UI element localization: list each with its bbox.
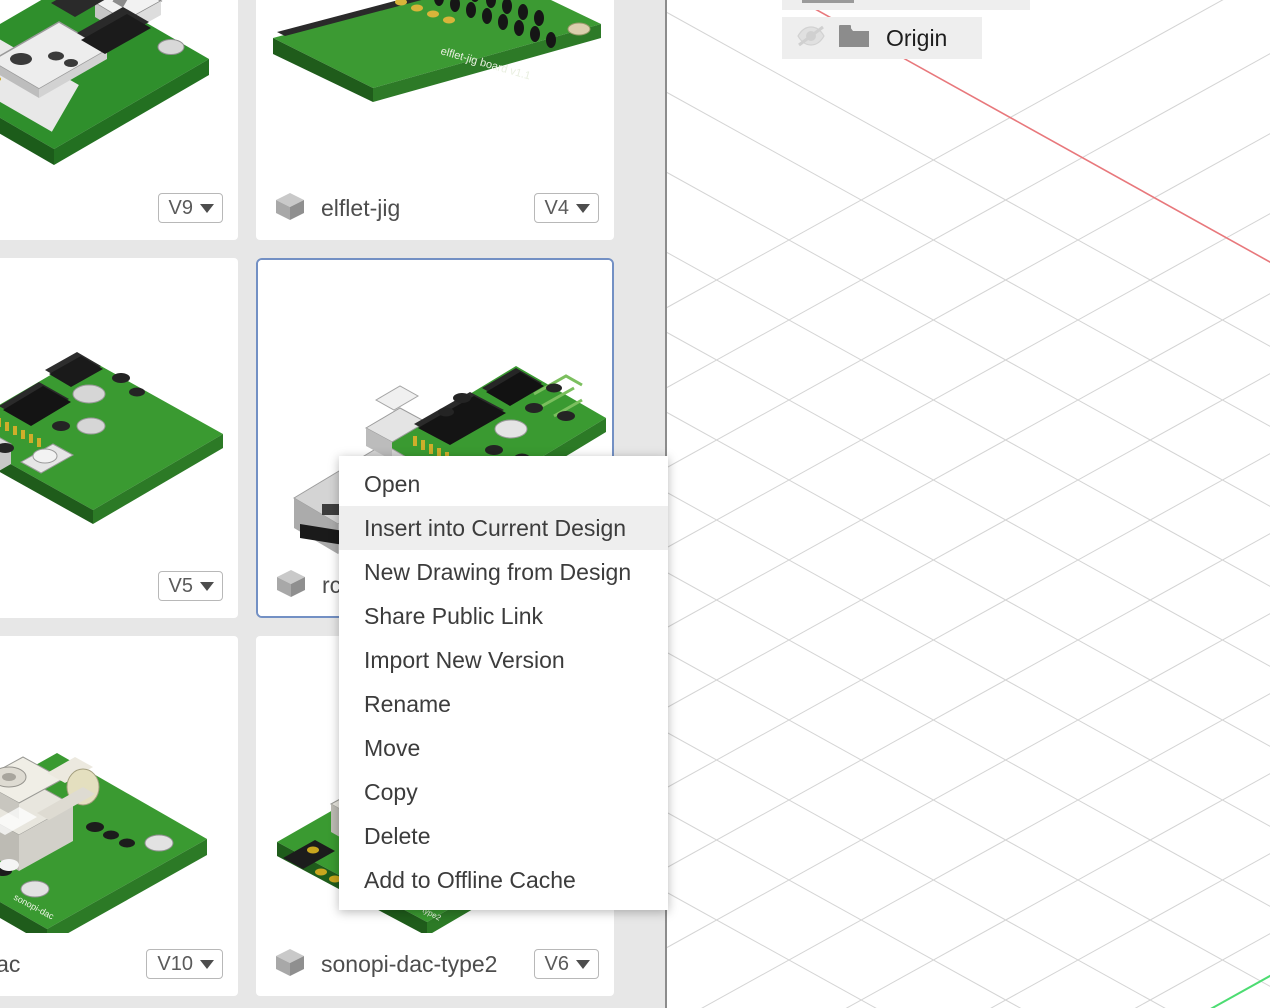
- menu-item-share-public-link[interactable]: Share Public Link: [339, 594, 668, 638]
- chevron-down-icon: [200, 203, 214, 213]
- design-card-footer: elflet-jig V4: [257, 177, 613, 239]
- design-card-title: elflet-jig: [321, 194, 401, 221]
- design-card-footer: sonopi-dac-type2 V6: [257, 933, 613, 995]
- menu-item-rename[interactable]: Rename: [339, 682, 668, 726]
- cube-icon: [273, 189, 307, 228]
- menu-item-open[interactable]: Open: [339, 462, 668, 506]
- design-card[interactable]: V9: [0, 0, 238, 240]
- menu-item-delete[interactable]: Delete: [339, 814, 668, 858]
- menu-item-copy[interactable]: Copy: [339, 770, 668, 814]
- version-badge[interactable]: V9: [157, 193, 223, 223]
- version-label: V5: [168, 575, 193, 597]
- design-card-title: sonopi-dac-type2: [321, 950, 498, 977]
- design-card-title: opi-dac: [0, 950, 21, 977]
- tree-row-partial-stub: [802, 0, 854, 3]
- version-label: V6: [544, 953, 569, 975]
- version-badge[interactable]: V6: [533, 949, 599, 979]
- design-card[interactable]: ck-f V5: [0, 258, 238, 618]
- menu-item-add-to-offline-cache[interactable]: Add to Offline Cache: [339, 858, 668, 902]
- version-badge[interactable]: V10: [146, 949, 223, 979]
- chevron-down-icon: [200, 959, 214, 969]
- 3d-viewport[interactable]: Origin: [667, 0, 1270, 1008]
- version-label: V10: [157, 953, 193, 975]
- tree-item-origin[interactable]: Origin: [782, 17, 982, 59]
- version-label: V4: [544, 197, 569, 219]
- menu-item-import-new-version[interactable]: Import New Version: [339, 638, 668, 682]
- tree-row-partial[interactable]: [782, 0, 1030, 10]
- version-badge[interactable]: V4: [533, 193, 599, 223]
- design-card[interactable]: sonopi-dac opi-dac: [0, 636, 238, 996]
- chevron-down-icon: [576, 203, 590, 213]
- cube-icon: [273, 945, 307, 984]
- isometric-grid: [667, 0, 1270, 1008]
- cube-icon: [274, 566, 308, 605]
- tree-item-label: Origin: [886, 24, 948, 51]
- chevron-down-icon: [576, 959, 590, 969]
- chevron-down-icon: [200, 581, 214, 591]
- version-label: V9: [168, 197, 193, 219]
- design-thumbnail[interactable]: sonopi-dac: [0, 637, 237, 933]
- design-card[interactable]: elflet-jig board v1.1 elflet-jig V4: [256, 0, 614, 240]
- design-card-footer: opi-dac V10: [0, 933, 237, 995]
- design-card-footer: V9: [0, 177, 237, 239]
- app-root: V9 elflet-jig board v1.1 elflet-jig V4 V…: [0, 0, 1270, 1008]
- design-card-title: ck-f: [0, 573, 144, 600]
- menu-item-insert-into-current-design[interactable]: Insert into Current Design: [339, 506, 668, 550]
- menu-item-move[interactable]: Move: [339, 726, 668, 770]
- design-card-footer: ck-f V5: [0, 555, 237, 617]
- menu-item-new-drawing-from-design[interactable]: New Drawing from Design: [339, 550, 668, 594]
- eye-off-icon[interactable]: [796, 24, 826, 53]
- folder-icon: [838, 23, 870, 54]
- design-thumbnail[interactable]: [0, 0, 237, 177]
- design-context-menu: Open Insert into Current Design New Draw…: [339, 456, 668, 910]
- version-badge[interactable]: V5: [157, 571, 223, 601]
- design-thumbnail[interactable]: elflet-jig board v1.1: [257, 0, 613, 177]
- design-thumbnail[interactable]: [0, 259, 237, 555]
